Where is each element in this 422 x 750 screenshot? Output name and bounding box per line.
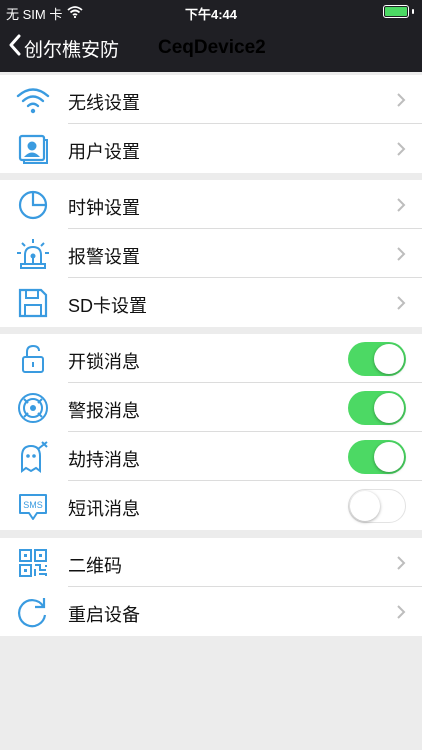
row-unlock-messages: 开锁消息 [0,334,422,383]
row-label: SD卡设置 [68,296,148,316]
row-wireless-settings[interactable]: 无线设置 [0,75,422,124]
battery-indicator [383,5,414,18]
row-label: 短讯消息 [68,499,140,519]
row-user-settings[interactable]: 用户设置 [0,124,422,173]
navigation-bar: 创尔樵安防 CeqDevice2 [0,26,422,70]
svg-text:SMS: SMS [23,500,43,510]
qr-code-icon [14,546,52,580]
chevron-right-icon [396,92,406,108]
chevron-right-icon [396,141,406,157]
row-alarm-settings[interactable]: 报警设置 [0,229,422,278]
unlock-icon [14,342,52,376]
unlock-messages-toggle[interactable] [348,342,406,376]
sms-messages-toggle[interactable] [348,489,406,523]
chevron-left-icon [8,34,22,62]
status-time: 下午4:44 [184,7,238,22]
chevron-right-icon [396,246,406,262]
row-label: 开锁消息 [68,352,140,372]
row-label: 用户设置 [68,142,140,162]
sd-card-icon [14,286,52,320]
battery-icon [383,5,409,18]
row-sd-card-settings[interactable]: SD卡设置 [0,278,422,327]
chevron-right-icon [396,295,406,311]
user-card-icon [14,132,52,166]
back-button[interactable]: 创尔樵安防 [8,34,119,62]
siren-icon [14,391,52,425]
row-alarm-messages: 警报消息 [0,383,422,432]
row-label: 时钟设置 [68,198,140,218]
row-label: 重启设备 [68,605,140,625]
back-label: 创尔樵安防 [24,39,120,61]
ghost-icon [14,440,52,474]
page-title: CeqDevice2 [158,37,266,58]
settings-group-system: 时钟设置 报警设置 SD卡设置 [0,180,422,327]
row-label: 无线设置 [68,93,140,113]
alarm-messages-toggle[interactable] [348,391,406,425]
row-sms-messages: SMS 短讯消息 [0,481,422,530]
row-hijack-messages: 劫持消息 [0,432,422,481]
row-label: 劫持消息 [68,450,140,470]
status-bar: 无 SIM 卡 下午4:44 [0,0,422,24]
row-label: 警报消息 [68,401,140,421]
settings-group-network: 无线设置 用户设置 [0,75,422,173]
row-restart-device[interactable]: 重启设备 [0,587,422,636]
wifi-icon [14,83,52,117]
row-qr-code[interactable]: 二维码 [0,538,422,587]
row-clock-settings[interactable]: 时钟设置 [0,180,422,229]
hijack-messages-toggle[interactable] [348,440,406,474]
header: 无 SIM 卡 下午4:44 创尔樵安防 CeqDevice2 [0,0,422,72]
settings-group-device: 二维码 重启设备 [0,538,422,636]
chevron-right-icon [396,197,406,213]
row-label: 二维码 [68,556,122,576]
chevron-right-icon [396,555,406,571]
row-label: 报警设置 [68,247,140,267]
clock-pie-icon [14,188,52,222]
restart-icon [14,595,52,629]
sms-icon: SMS [14,489,52,523]
chevron-right-icon [396,604,406,620]
settings-group-notifications: 开锁消息 警报消息 劫持消息 SMS 短讯消息 [0,334,422,530]
alarm-light-icon [14,237,52,271]
